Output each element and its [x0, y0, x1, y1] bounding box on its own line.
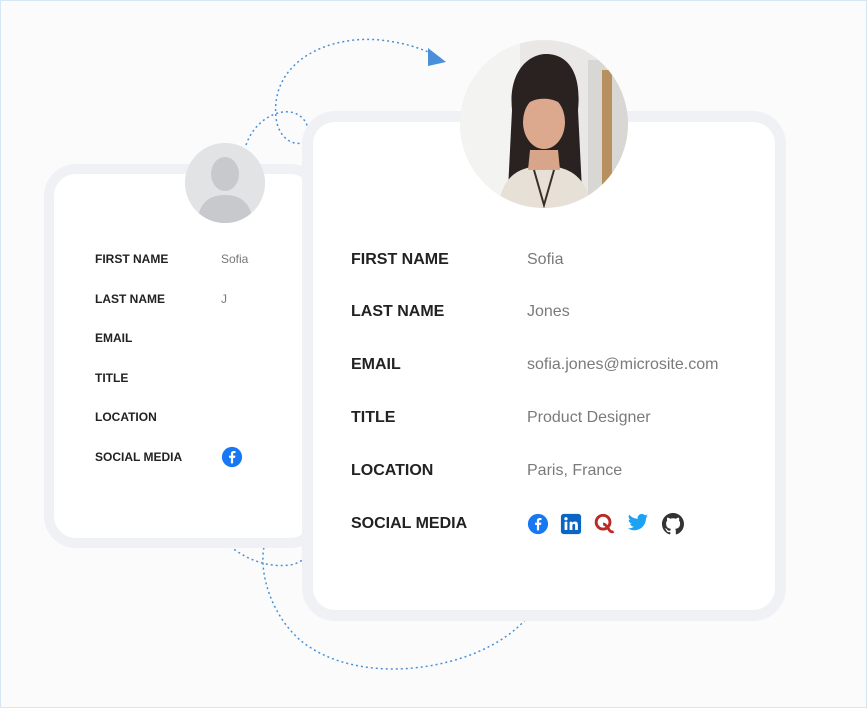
first-name-label: FIRST NAME	[351, 251, 449, 268]
profile-photo	[460, 40, 628, 208]
github-icon[interactable]	[661, 512, 685, 536]
social-media-label: SOCIAL MEDIA	[351, 515, 468, 532]
last-name-value: J	[221, 292, 227, 306]
first-name-value: Sofia	[221, 252, 249, 266]
email-label: EMAIL	[351, 356, 401, 373]
facebook-icon[interactable]	[527, 513, 549, 535]
title-label: TITLE	[95, 371, 129, 385]
facebook-icon[interactable]	[221, 446, 243, 468]
last-name-value: Jones	[527, 303, 570, 320]
last-name-label: LAST NAME	[351, 303, 445, 320]
email-label: EMAIL	[95, 331, 133, 345]
first-name-value: Sofia	[527, 251, 564, 268]
location-label: LOCATION	[351, 462, 434, 479]
incomplete-profile-card: FIRST NAME Sofia LAST NAME J EMAIL TITLE…	[54, 174, 312, 538]
linkedin-icon[interactable]	[560, 513, 582, 535]
first-name-label: FIRST NAME	[95, 252, 169, 266]
social-media-label: SOCIAL MEDIA	[95, 450, 183, 464]
last-name-label: LAST NAME	[95, 292, 165, 306]
quora-icon[interactable]	[593, 512, 615, 536]
title-value: Product Designer	[527, 409, 651, 426]
location-value: Paris, France	[527, 462, 623, 479]
title-label: TITLE	[351, 409, 396, 426]
placeholder-avatar	[185, 143, 265, 223]
email-value: sofia.jones@microsite.com	[527, 356, 719, 373]
location-label: LOCATION	[95, 410, 157, 424]
twitter-icon[interactable]	[627, 513, 649, 533]
profile-photo-image	[460, 40, 628, 208]
person-silhouette-icon	[185, 143, 265, 223]
